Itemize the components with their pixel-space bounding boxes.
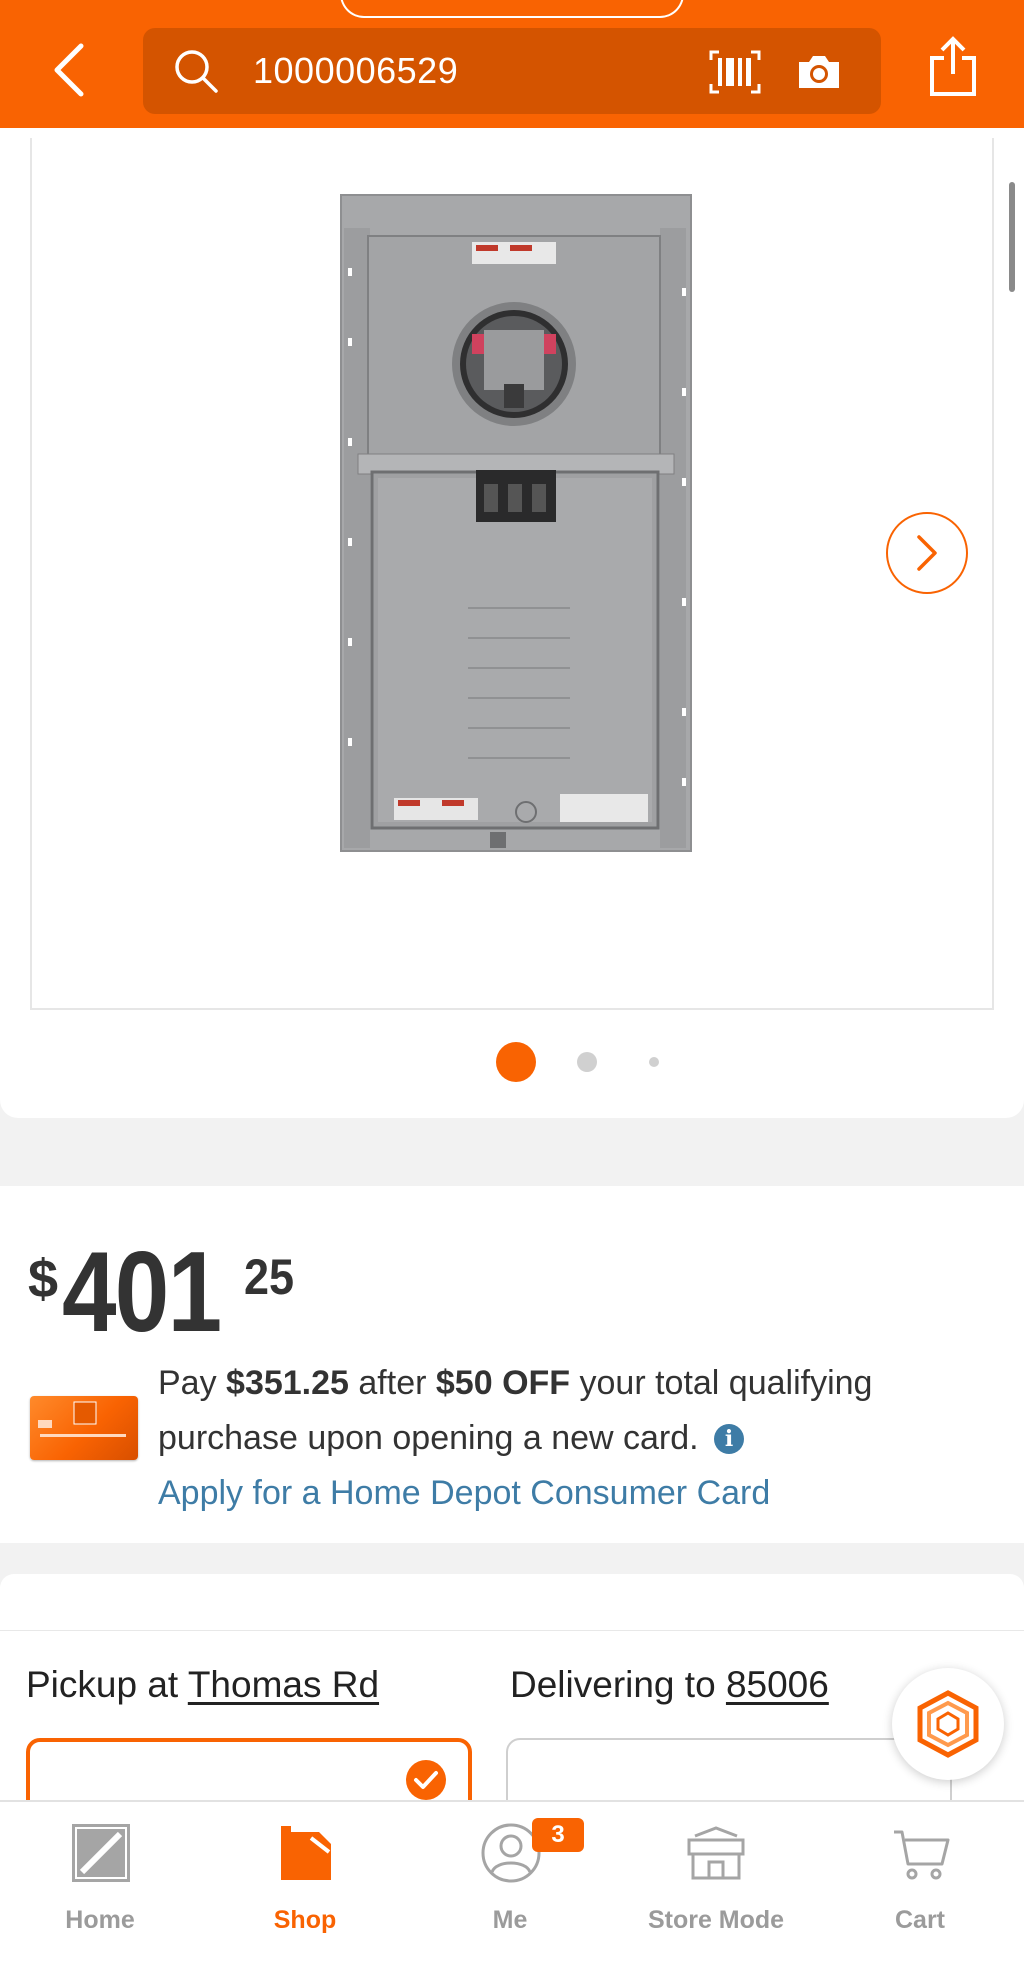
nav-cart[interactable]: Cart <box>830 1802 1010 1942</box>
pickup-store-link[interactable]: Thomas Rd <box>188 1664 379 1705</box>
product-image <box>340 194 692 852</box>
delivery-zip-link[interactable]: 85006 <box>726 1664 829 1705</box>
scrollbar[interactable] <box>1009 182 1015 292</box>
credit-card-image <box>30 1396 138 1460</box>
delivery-prefix: Delivering to <box>510 1664 726 1705</box>
top-app-bar: 1000006529 <box>0 0 1024 128</box>
price-currency: $ <box>28 1249 59 1309</box>
hexagon-chat-icon <box>917 1690 979 1758</box>
nav-shop-label: Shop <box>273 1906 337 1934</box>
search-icon <box>175 50 218 93</box>
nav-me-label: Me <box>492 1906 528 1934</box>
price-section: $ 401 25 Pay $351.25 after $50 OFF your … <box>0 1186 1024 1543</box>
pickup-label: Pickup at Thomas Rd <box>26 1664 379 1706</box>
price-cents: 25 <box>244 1249 295 1305</box>
cart-icon <box>894 1830 950 1880</box>
home-depot-card-art <box>38 1401 126 1437</box>
search-input[interactable]: 1000006529 <box>253 50 458 92</box>
home-depot-logo-icon <box>72 1824 130 1882</box>
price-dollars: 401 <box>62 1229 222 1356</box>
chevron-right-icon <box>917 535 937 571</box>
info-icon[interactable]: i <box>714 1424 745 1454</box>
pickup-prefix: Pickup at <box>26 1664 188 1705</box>
nav-cart-label: Cart <box>894 1906 945 1934</box>
bottom-navigation: Home Shop Me 3 Store Mode Cart <box>0 1800 1024 1967</box>
nav-home[interactable]: Home <box>10 1802 190 1942</box>
nav-home-label: Home <box>65 1906 135 1934</box>
product-image-frame <box>30 138 994 1010</box>
barcode-icon[interactable] <box>709 50 761 94</box>
nav-store-mode[interactable]: Store Mode <box>626 1802 806 1942</box>
nav-shop[interactable]: Shop <box>215 1802 395 1942</box>
chevron-left-icon <box>54 43 84 97</box>
apply-card-link[interactable]: Apply for a Home Depot Consumer Card <box>158 1474 770 1512</box>
status-notch <box>340 0 684 18</box>
promo-text: Pay <box>158 1364 227 1402</box>
image-pager-dots <box>0 1040 1024 1084</box>
promo-amount: $351.25 <box>226 1364 349 1402</box>
notification-badge: 3 <box>532 1818 584 1852</box>
divider <box>0 1630 1024 1631</box>
chat-assistant-button[interactable] <box>892 1668 1004 1780</box>
pager-dot[interactable] <box>649 1057 659 1067</box>
delivery-label: Delivering to 85006 <box>510 1664 829 1706</box>
share-button[interactable] <box>926 36 980 103</box>
next-image-button[interactable] <box>886 512 968 594</box>
search-bar[interactable]: 1000006529 <box>143 28 881 114</box>
promo-text: after <box>348 1364 436 1402</box>
store-icon <box>687 1826 745 1880</box>
pager-dot[interactable] <box>577 1052 597 1072</box>
share-icon <box>930 36 976 96</box>
promo-discount: $50 OFF <box>435 1364 571 1402</box>
card-promo-text: Pay $351.25 after $50 OFF your total qua… <box>158 1356 978 1521</box>
shop-icon <box>281 1826 331 1880</box>
camera-icon[interactable] <box>795 52 843 92</box>
back-button[interactable] <box>44 40 94 100</box>
pager-dot-active[interactable] <box>496 1042 536 1082</box>
nav-store-mode-label: Store Mode <box>647 1906 785 1934</box>
product-image-gallery[interactable] <box>0 128 1024 1118</box>
check-icon <box>406 1760 446 1800</box>
